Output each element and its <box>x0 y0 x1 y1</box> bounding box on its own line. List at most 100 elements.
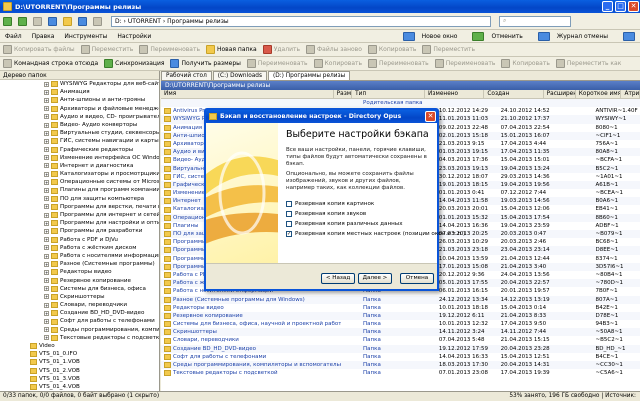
expand-toggle-icon[interactable]: + <box>44 81 49 87</box>
tab-downloads[interactable]: (C:) Downloads <box>212 71 267 80</box>
file-row[interactable]: Текстовые редакторы с подсветкой Папка 07.… <box>161 369 640 377</box>
tree-item[interactable]: Video <box>0 342 159 350</box>
address-bar[interactable]: D: › UTORRENT › Программы релизы <box>111 15 491 27</box>
column-type[interactable]: Тип <box>352 90 426 98</box>
column-extension[interactable]: Расширение <box>544 90 576 98</box>
tree-item[interactable]: + Текстовые редакторы с подсветкой <box>0 334 159 342</box>
option-checkbox-0[interactable] <box>286 201 292 207</box>
file-row[interactable]: Скриншоттеры Папка 14.11.2012 3:24 14.11.20… <box>161 328 640 337</box>
view-button[interactable] <box>90 13 105 29</box>
tree-item[interactable]: + ГИС, системы навигации и карты <box>0 137 159 145</box>
new-folder-button[interactable]: Новая папка <box>203 43 260 56</box>
tree-item[interactable]: + Словари, переводчики <box>0 301 159 309</box>
copy3-button[interactable]: Копировать <box>311 57 365 70</box>
expand-toggle-icon[interactable]: + <box>44 163 49 169</box>
expand-toggle-icon[interactable]: + <box>44 155 49 161</box>
menu-settings[interactable]: Настройки <box>112 33 156 40</box>
expand-toggle-icon[interactable]: + <box>44 188 49 194</box>
expand-toggle-icon[interactable]: + <box>44 114 49 120</box>
expand-toggle-icon[interactable]: + <box>44 171 49 177</box>
minimize-button[interactable]: _ <box>602 1 613 12</box>
menu-edit[interactable]: Правка <box>27 33 60 40</box>
column-created[interactable]: Создан <box>484 90 544 98</box>
forward-button[interactable] <box>15 13 30 29</box>
undo-log-button[interactable]: Журнал отмены <box>533 30 618 42</box>
files-again-button[interactable]: Файлы заново <box>303 43 365 56</box>
up-button[interactable] <box>30 13 45 29</box>
rename4-button[interactable]: Переименовать <box>432 57 499 70</box>
delete-button[interactable]: Удалить <box>260 43 303 56</box>
column-name[interactable]: Имя <box>161 90 334 98</box>
file-row[interactable]: Редакторы видео Папка 10.01.2013 18:18 15.0… <box>161 304 640 312</box>
tree-item[interactable]: + Анимация <box>0 88 159 96</box>
file-row[interactable]: Среды программирования, компиляторы и вс… <box>161 361 640 370</box>
tree-item[interactable]: + Графические редакторы <box>0 146 159 154</box>
tree-item[interactable]: + Видео- Аудио конверторы <box>0 121 159 129</box>
file-row[interactable]: Резервное копирование Папка 19.12.2012 6:1… <box>161 311 640 321</box>
back-button[interactable] <box>0 13 15 29</box>
file-row[interactable]: Системы для бизнеса, офиса, научной и пр… <box>161 320 640 328</box>
option-backup-misc[interactable]: Резервная копия различных данных <box>286 221 403 227</box>
tree-item[interactable]: + Программы для интернет и сетей <box>0 211 159 219</box>
tree-item[interactable]: + Разное (Системные программы) <box>0 260 159 268</box>
option-checkbox-2[interactable] <box>286 221 292 227</box>
undo-button[interactable]: Отменить <box>467 30 532 42</box>
option-checkbox-1[interactable] <box>286 211 292 217</box>
help-button[interactable] <box>618 30 640 42</box>
column-modified[interactable]: Изменено <box>425 90 485 98</box>
next-button[interactable]: Далее > <box>358 273 392 284</box>
file-row[interactable]: Софт для работы с телефонами Папка 14.04.2… <box>161 353 640 361</box>
rename-button[interactable]: Переименовать <box>136 43 203 56</box>
tree-item[interactable]: VTS_01_3.VOB <box>0 375 159 383</box>
tree-item[interactable]: + Интернет и диагностика <box>0 162 159 170</box>
home-button[interactable] <box>75 13 90 29</box>
back-wizard-button[interactable]: < Назад <box>321 273 355 284</box>
dialog-close-button[interactable]: ✕ <box>425 111 436 122</box>
copy-files-button[interactable]: Копировать файлы <box>0 43 78 56</box>
expand-toggle-icon[interactable]: + <box>44 220 49 226</box>
expand-toggle-icon[interactable]: + <box>44 196 49 202</box>
expand-toggle-icon[interactable]: + <box>44 245 49 251</box>
expand-toggle-icon[interactable]: + <box>44 237 49 243</box>
expand-toggle-icon[interactable]: + <box>44 147 49 153</box>
copy2-button[interactable]: Копировать <box>365 43 419 56</box>
expand-toggle-icon[interactable]: + <box>44 89 49 95</box>
tree-item[interactable]: + Работа с жёстким диском <box>0 244 159 252</box>
tree-item[interactable]: + Программы для верстки, печати и распозн… <box>0 203 159 211</box>
option-backup-sounds[interactable]: Резервная копия звуков <box>286 211 366 217</box>
tree-item[interactable]: VTS_01_1.VOB <box>0 358 159 366</box>
tree-item[interactable]: + Среды программирования, компиляторы <box>0 326 159 334</box>
command-line-button[interactable]: Командная строка отсюда <box>0 57 101 70</box>
option-backup-images[interactable]: Резервная копия картинок <box>286 201 374 207</box>
expand-toggle-icon[interactable]: + <box>44 269 49 275</box>
column-attributes[interactable]: Атрибуты <box>621 90 640 98</box>
tree-item[interactable]: + Анти-шпионы и анти-трояны <box>0 96 159 104</box>
expand-toggle-icon[interactable]: + <box>44 302 49 308</box>
tree-item[interactable]: + Каталогизаторы и просмотрщики <box>0 170 159 178</box>
new-window-button[interactable]: Новое окно <box>398 30 468 42</box>
expand-toggle-icon[interactable]: + <box>44 97 49 103</box>
column-size[interactable]: Размер <box>334 90 353 98</box>
tree-item[interactable]: + WYSIWYG Редакторы для веб-сайтов <box>0 80 159 88</box>
tree-item[interactable]: + Изменение интерфейса ОС Windows <box>0 154 159 162</box>
expand-toggle-icon[interactable]: + <box>44 310 49 316</box>
tree-item[interactable]: + Архиваторы и файловые менеджеры <box>0 105 159 113</box>
favorites-button[interactable] <box>60 13 75 29</box>
file-row[interactable]: Словари, переводчики Папка 07.04.2013 5:48… <box>161 336 640 344</box>
tree-item[interactable]: + Софт для работы с телефонами <box>0 317 159 325</box>
expand-toggle-icon[interactable]: + <box>44 130 49 136</box>
expand-toggle-icon[interactable]: + <box>44 179 49 185</box>
expand-toggle-icon[interactable]: + <box>44 212 49 218</box>
close-button[interactable]: ✕ <box>628 1 639 12</box>
tree-item[interactable]: + Программы для настройки и оптимизации <box>0 219 159 227</box>
tree-item[interactable]: + Программы для разработки <box>0 227 159 235</box>
tree-item[interactable]: VTS_01_0.IFO <box>0 350 159 358</box>
expand-toggle-icon[interactable]: + <box>44 138 49 144</box>
expand-toggle-icon[interactable]: + <box>44 278 49 284</box>
cancel-button[interactable]: Отмена <box>400 273 434 284</box>
rename2-button[interactable]: Переименовать <box>244 57 311 70</box>
menu-tools[interactable]: Инструменты <box>59 33 112 40</box>
tree-item[interactable]: + Аудио и видео, CD- проигрыватели <box>0 113 159 121</box>
move-as-button[interactable]: Переместить как <box>553 57 624 70</box>
option-checkbox-3[interactable]: ✓ <box>286 231 292 237</box>
